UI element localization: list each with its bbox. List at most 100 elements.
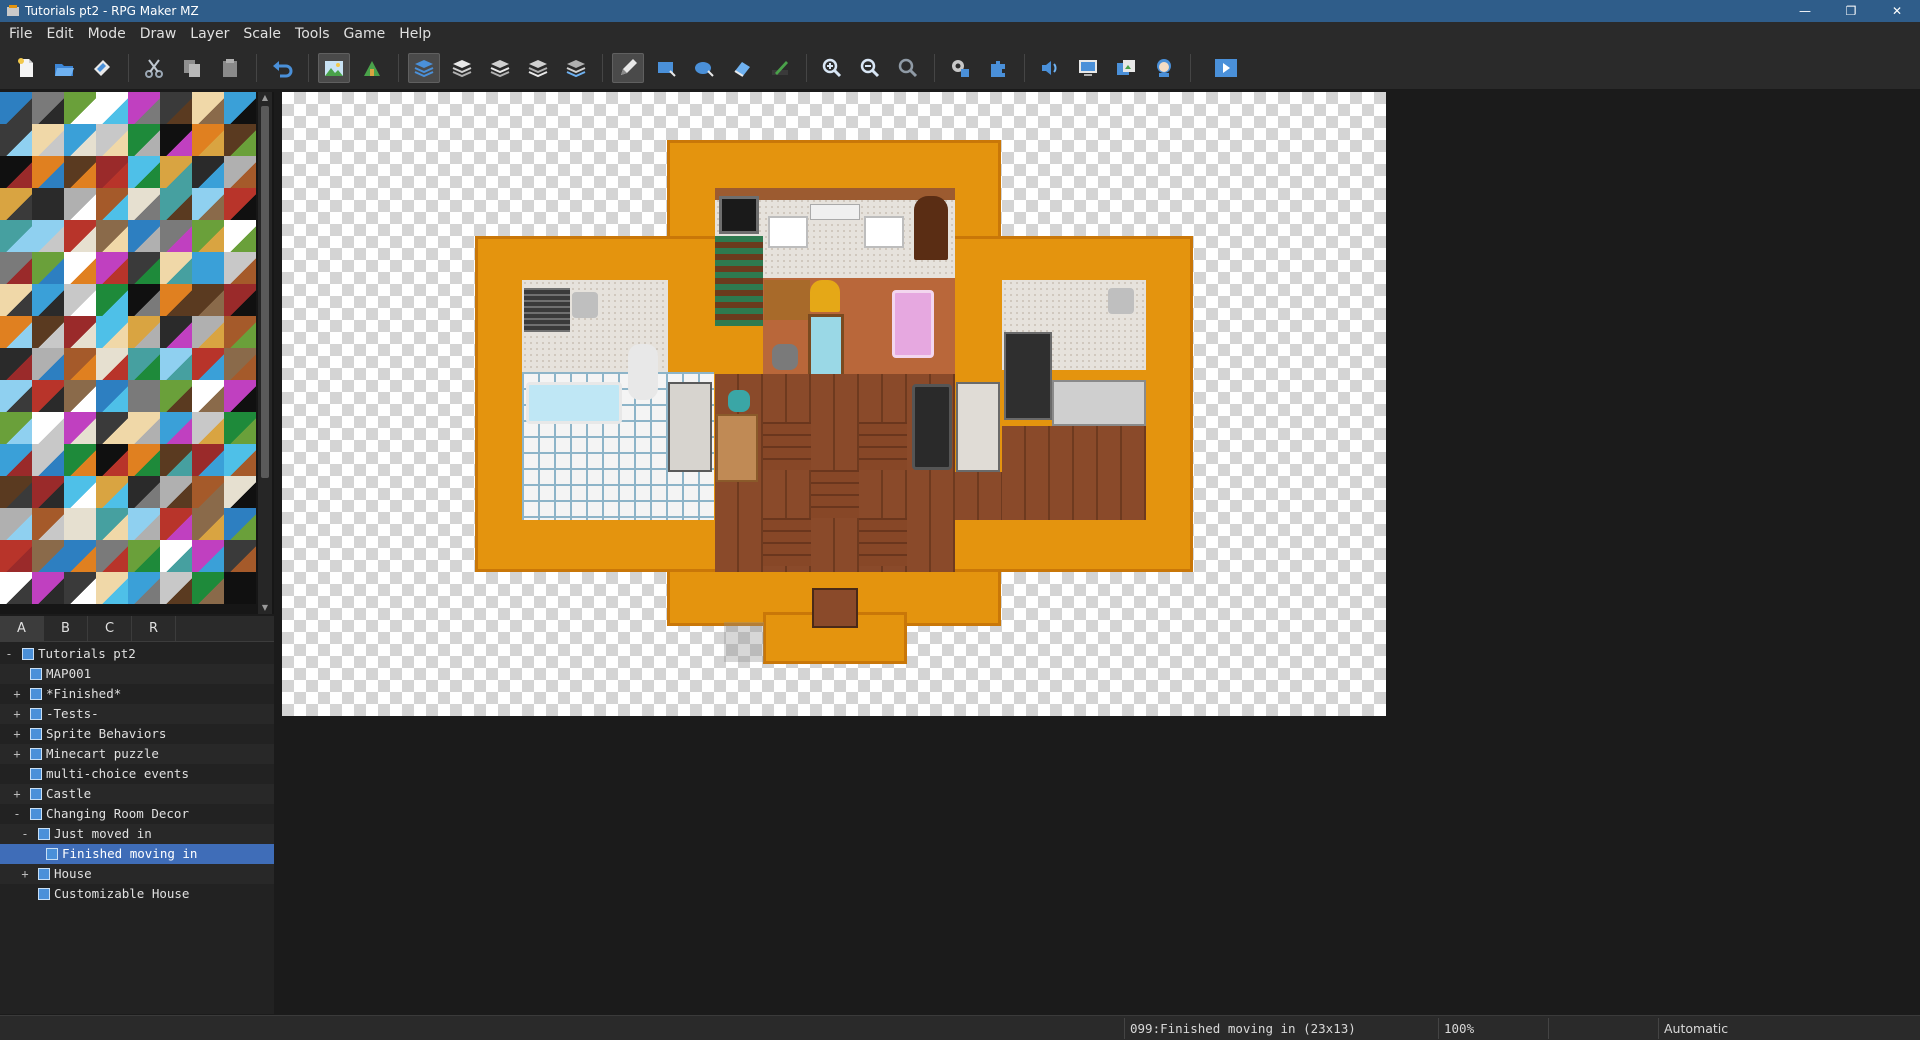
tileset-tile[interactable] <box>64 284 96 316</box>
layer-1-button[interactable] <box>446 53 478 83</box>
tileset-tile[interactable] <box>128 444 160 476</box>
tileset-tile[interactable] <box>0 444 32 476</box>
tileset-tile[interactable] <box>0 508 32 540</box>
tileset-tile[interactable] <box>128 412 160 444</box>
tileset-tile[interactable] <box>64 508 96 540</box>
layer-3-button[interactable] <box>522 53 554 83</box>
tileset-tile[interactable] <box>96 316 128 348</box>
tileset-tile[interactable] <box>64 252 96 284</box>
tileset-tile[interactable] <box>96 124 128 156</box>
map-tree-item[interactable]: - Just moved in <box>0 824 274 844</box>
tileset-tile[interactable] <box>160 572 192 604</box>
tileset-tile[interactable] <box>96 444 128 476</box>
tree-expander-icon[interactable]: - <box>12 804 22 824</box>
tileset-tile[interactable] <box>160 540 192 572</box>
map-canvas[interactable] <box>282 92 1386 716</box>
tileset-tile[interactable] <box>224 412 256 444</box>
tileset-tile[interactable] <box>0 572 32 604</box>
tileset-tile[interactable] <box>192 572 224 604</box>
rectangle-button[interactable] <box>650 53 682 83</box>
tileset-tile[interactable] <box>32 188 64 220</box>
tileset-tile[interactable] <box>64 156 96 188</box>
tileset-tile[interactable] <box>128 124 160 156</box>
tileset-panel[interactable]: ▲ ▼ <box>0 92 274 614</box>
tileset-tile[interactable] <box>160 188 192 220</box>
tileset-tile[interactable] <box>64 220 96 252</box>
tileset-tile[interactable] <box>224 380 256 412</box>
tileset-tile[interactable] <box>128 572 160 604</box>
tileset-tile[interactable] <box>96 412 128 444</box>
tileset-tile[interactable] <box>0 380 32 412</box>
menu-mode[interactable]: Mode <box>81 22 133 46</box>
layer-2-button[interactable] <box>484 53 516 83</box>
map-tree-item[interactable]: Customizable House <box>0 884 274 904</box>
tileset-tile[interactable] <box>64 540 96 572</box>
tree-expander-icon[interactable]: + <box>12 724 22 744</box>
tileset-tile[interactable] <box>96 348 128 380</box>
tileset-tile[interactable] <box>32 124 64 156</box>
map-tree-item[interactable]: - Tutorials pt2 <box>0 644 274 664</box>
tileset-tile[interactable] <box>32 476 64 508</box>
tileset-tile[interactable] <box>160 508 192 540</box>
tileset-tile[interactable] <box>192 284 224 316</box>
tileset-tile[interactable] <box>224 124 256 156</box>
character-generator-button[interactable] <box>1148 53 1180 83</box>
tileset-tile[interactable] <box>128 540 160 572</box>
tileset-tile[interactable] <box>96 156 128 188</box>
tree-expander-icon[interactable]: + <box>12 704 22 724</box>
map-tree-item[interactable]: multi-choice events <box>0 764 274 784</box>
tileset-tile[interactable] <box>32 284 64 316</box>
close-button[interactable]: ✕ <box>1874 0 1920 22</box>
tileset-tile[interactable] <box>32 348 64 380</box>
menu-help[interactable]: Help <box>392 22 438 46</box>
tileset-tile[interactable] <box>32 540 64 572</box>
flood-fill-button[interactable] <box>726 53 758 83</box>
open-project-button[interactable] <box>48 53 80 83</box>
tileset-tile[interactable] <box>0 540 32 572</box>
save-project-button[interactable] <box>86 53 118 83</box>
tileset-tile[interactable] <box>0 188 32 220</box>
tree-expander-icon[interactable]: - <box>4 644 14 664</box>
tileset-tile[interactable] <box>0 412 32 444</box>
tileset-tile[interactable] <box>192 252 224 284</box>
tileset-tile[interactable] <box>192 124 224 156</box>
tileset-tile[interactable] <box>192 156 224 188</box>
tileset-tile[interactable] <box>64 444 96 476</box>
tileset-tile[interactable] <box>128 252 160 284</box>
tileset-tile[interactable] <box>160 92 192 124</box>
tileset-tile[interactable] <box>160 124 192 156</box>
menu-tools[interactable]: Tools <box>288 22 337 46</box>
menu-game[interactable]: Game <box>337 22 393 46</box>
map-tree-item[interactable]: MAP001 <box>0 664 274 684</box>
tileset-tile[interactable] <box>96 252 128 284</box>
tileset-tile[interactable] <box>192 220 224 252</box>
map-tree-item[interactable]: + -Tests- <box>0 704 274 724</box>
tileset-tile[interactable] <box>128 92 160 124</box>
new-project-button[interactable] <box>10 53 42 83</box>
tileset-tile[interactable] <box>0 92 32 124</box>
tileset-tile[interactable] <box>64 92 96 124</box>
tileset-tile[interactable] <box>128 284 160 316</box>
tileset-tile[interactable] <box>160 380 192 412</box>
tileset-tile[interactable] <box>0 316 32 348</box>
tileset-tile[interactable] <box>224 220 256 252</box>
tileset-tile[interactable] <box>192 316 224 348</box>
tileset-tile[interactable] <box>64 380 96 412</box>
tileset-tile[interactable] <box>128 220 160 252</box>
tileset-tile[interactable] <box>0 220 32 252</box>
tileset-tile[interactable] <box>128 348 160 380</box>
map-tree-item[interactable]: + *Finished* <box>0 684 274 704</box>
tileset-tile[interactable] <box>96 284 128 316</box>
map-editor-area[interactable] <box>280 92 1920 1014</box>
tileset-tile[interactable] <box>32 572 64 604</box>
tileset-tile[interactable] <box>192 412 224 444</box>
tab-c[interactable]: C <box>88 616 132 642</box>
actual-size-button[interactable] <box>892 53 924 83</box>
tileset-tile[interactable] <box>128 380 160 412</box>
shadow-pen-button[interactable] <box>764 53 796 83</box>
auto-layer-button[interactable] <box>408 53 440 83</box>
map-mode-button[interactable] <box>318 53 350 83</box>
event-mode-button[interactable] <box>356 53 388 83</box>
tileset-tile[interactable] <box>224 188 256 220</box>
map-tree-item[interactable]: + Sprite Behaviors <box>0 724 274 744</box>
